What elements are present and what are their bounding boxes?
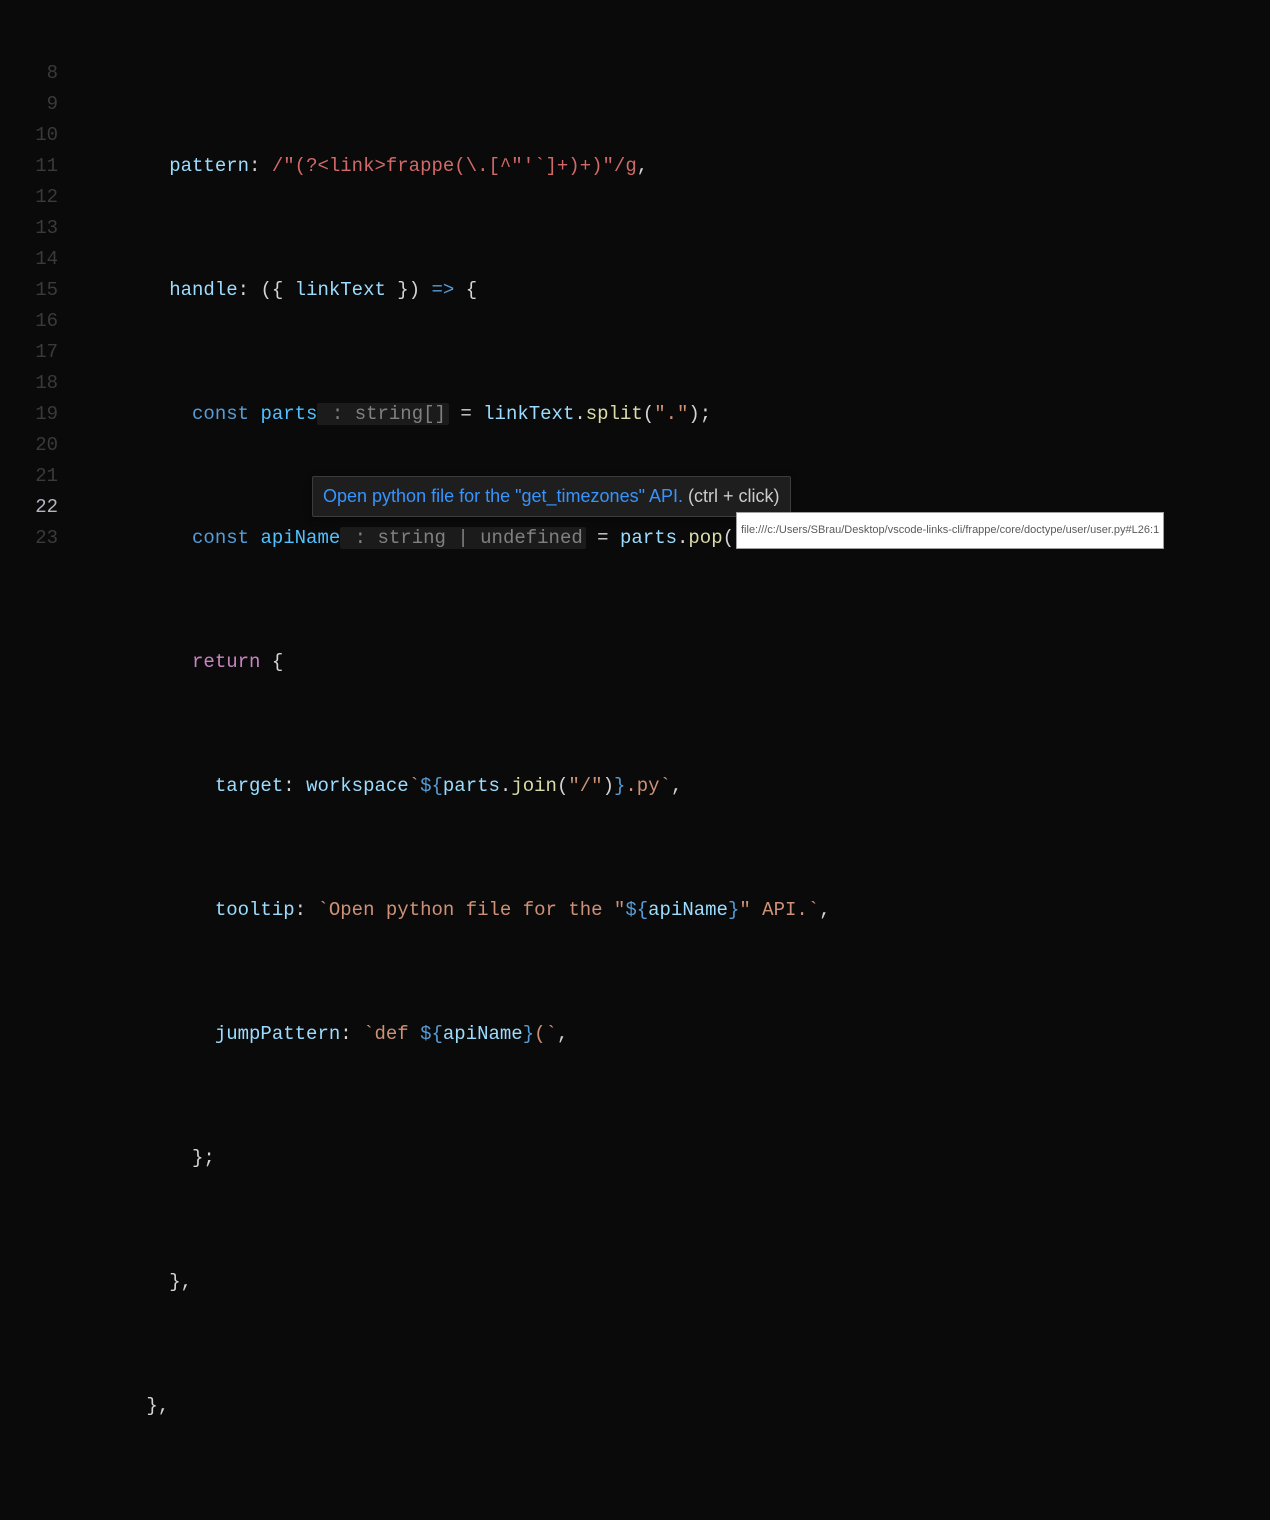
line-number: 9 — [0, 89, 58, 120]
line-number-active: 22 — [0, 492, 58, 523]
code-line[interactable]: ], — [78, 1515, 1270, 1520]
line-number: 10 — [0, 120, 58, 151]
line-number: 21 — [0, 461, 58, 492]
line-number: 15 — [0, 275, 58, 306]
line-number-gutter: 8 9 10 11 12 13 14 15 16 17 18 19 20 21 … — [0, 58, 78, 760]
code-line[interactable]: const parts : string[] = linkText.split(… — [78, 399, 1270, 430]
line-number: 12 — [0, 182, 58, 213]
line-number: 11 — [0, 151, 58, 182]
code-line[interactable]: }; — [78, 1143, 1270, 1174]
line-number: 13 — [0, 213, 58, 244]
code-line[interactable]: pattern: /"(?<link>frappe(\.[^"'`]+)+)"/… — [78, 151, 1270, 182]
code-editor[interactable]: 8 9 10 11 12 13 14 15 16 17 18 19 20 21 … — [0, 0, 1270, 760]
line-number: 17 — [0, 337, 58, 368]
code-line[interactable]: jumpPattern: `def ${apiName}(`, — [78, 1019, 1270, 1050]
code-line[interactable]: }, — [78, 1267, 1270, 1298]
file-path-tooltip: file:///c:/Users/SBrau/Desktop/vscode-li… — [736, 512, 1164, 549]
code-line[interactable]: tooltip: `Open python file for the "${ap… — [78, 895, 1270, 926]
line-number: 18 — [0, 368, 58, 399]
line-number: 16 — [0, 306, 58, 337]
code-line[interactable]: }, — [78, 1391, 1270, 1422]
line-number: 23 — [0, 523, 58, 554]
line-number: 19 — [0, 399, 58, 430]
tooltip-message: Open python file for the "get_timezones"… — [323, 486, 683, 506]
code-content[interactable]: pattern: /"(?<link>frappe(\.[^"'`]+)+)"/… — [78, 58, 1270, 760]
tooltip-hint: (ctrl + click) — [683, 486, 780, 506]
code-line[interactable]: target: workspace`${parts.join("/")}.py`… — [78, 771, 1270, 802]
line-number: 8 — [0, 58, 58, 89]
line-number: 20 — [0, 430, 58, 461]
hover-tooltip: Open python file for the "get_timezones"… — [312, 476, 791, 517]
line-number: 14 — [0, 244, 58, 275]
code-line[interactable]: handle: ({ linkText }) => { — [78, 275, 1270, 306]
code-line[interactable]: return { — [78, 647, 1270, 678]
